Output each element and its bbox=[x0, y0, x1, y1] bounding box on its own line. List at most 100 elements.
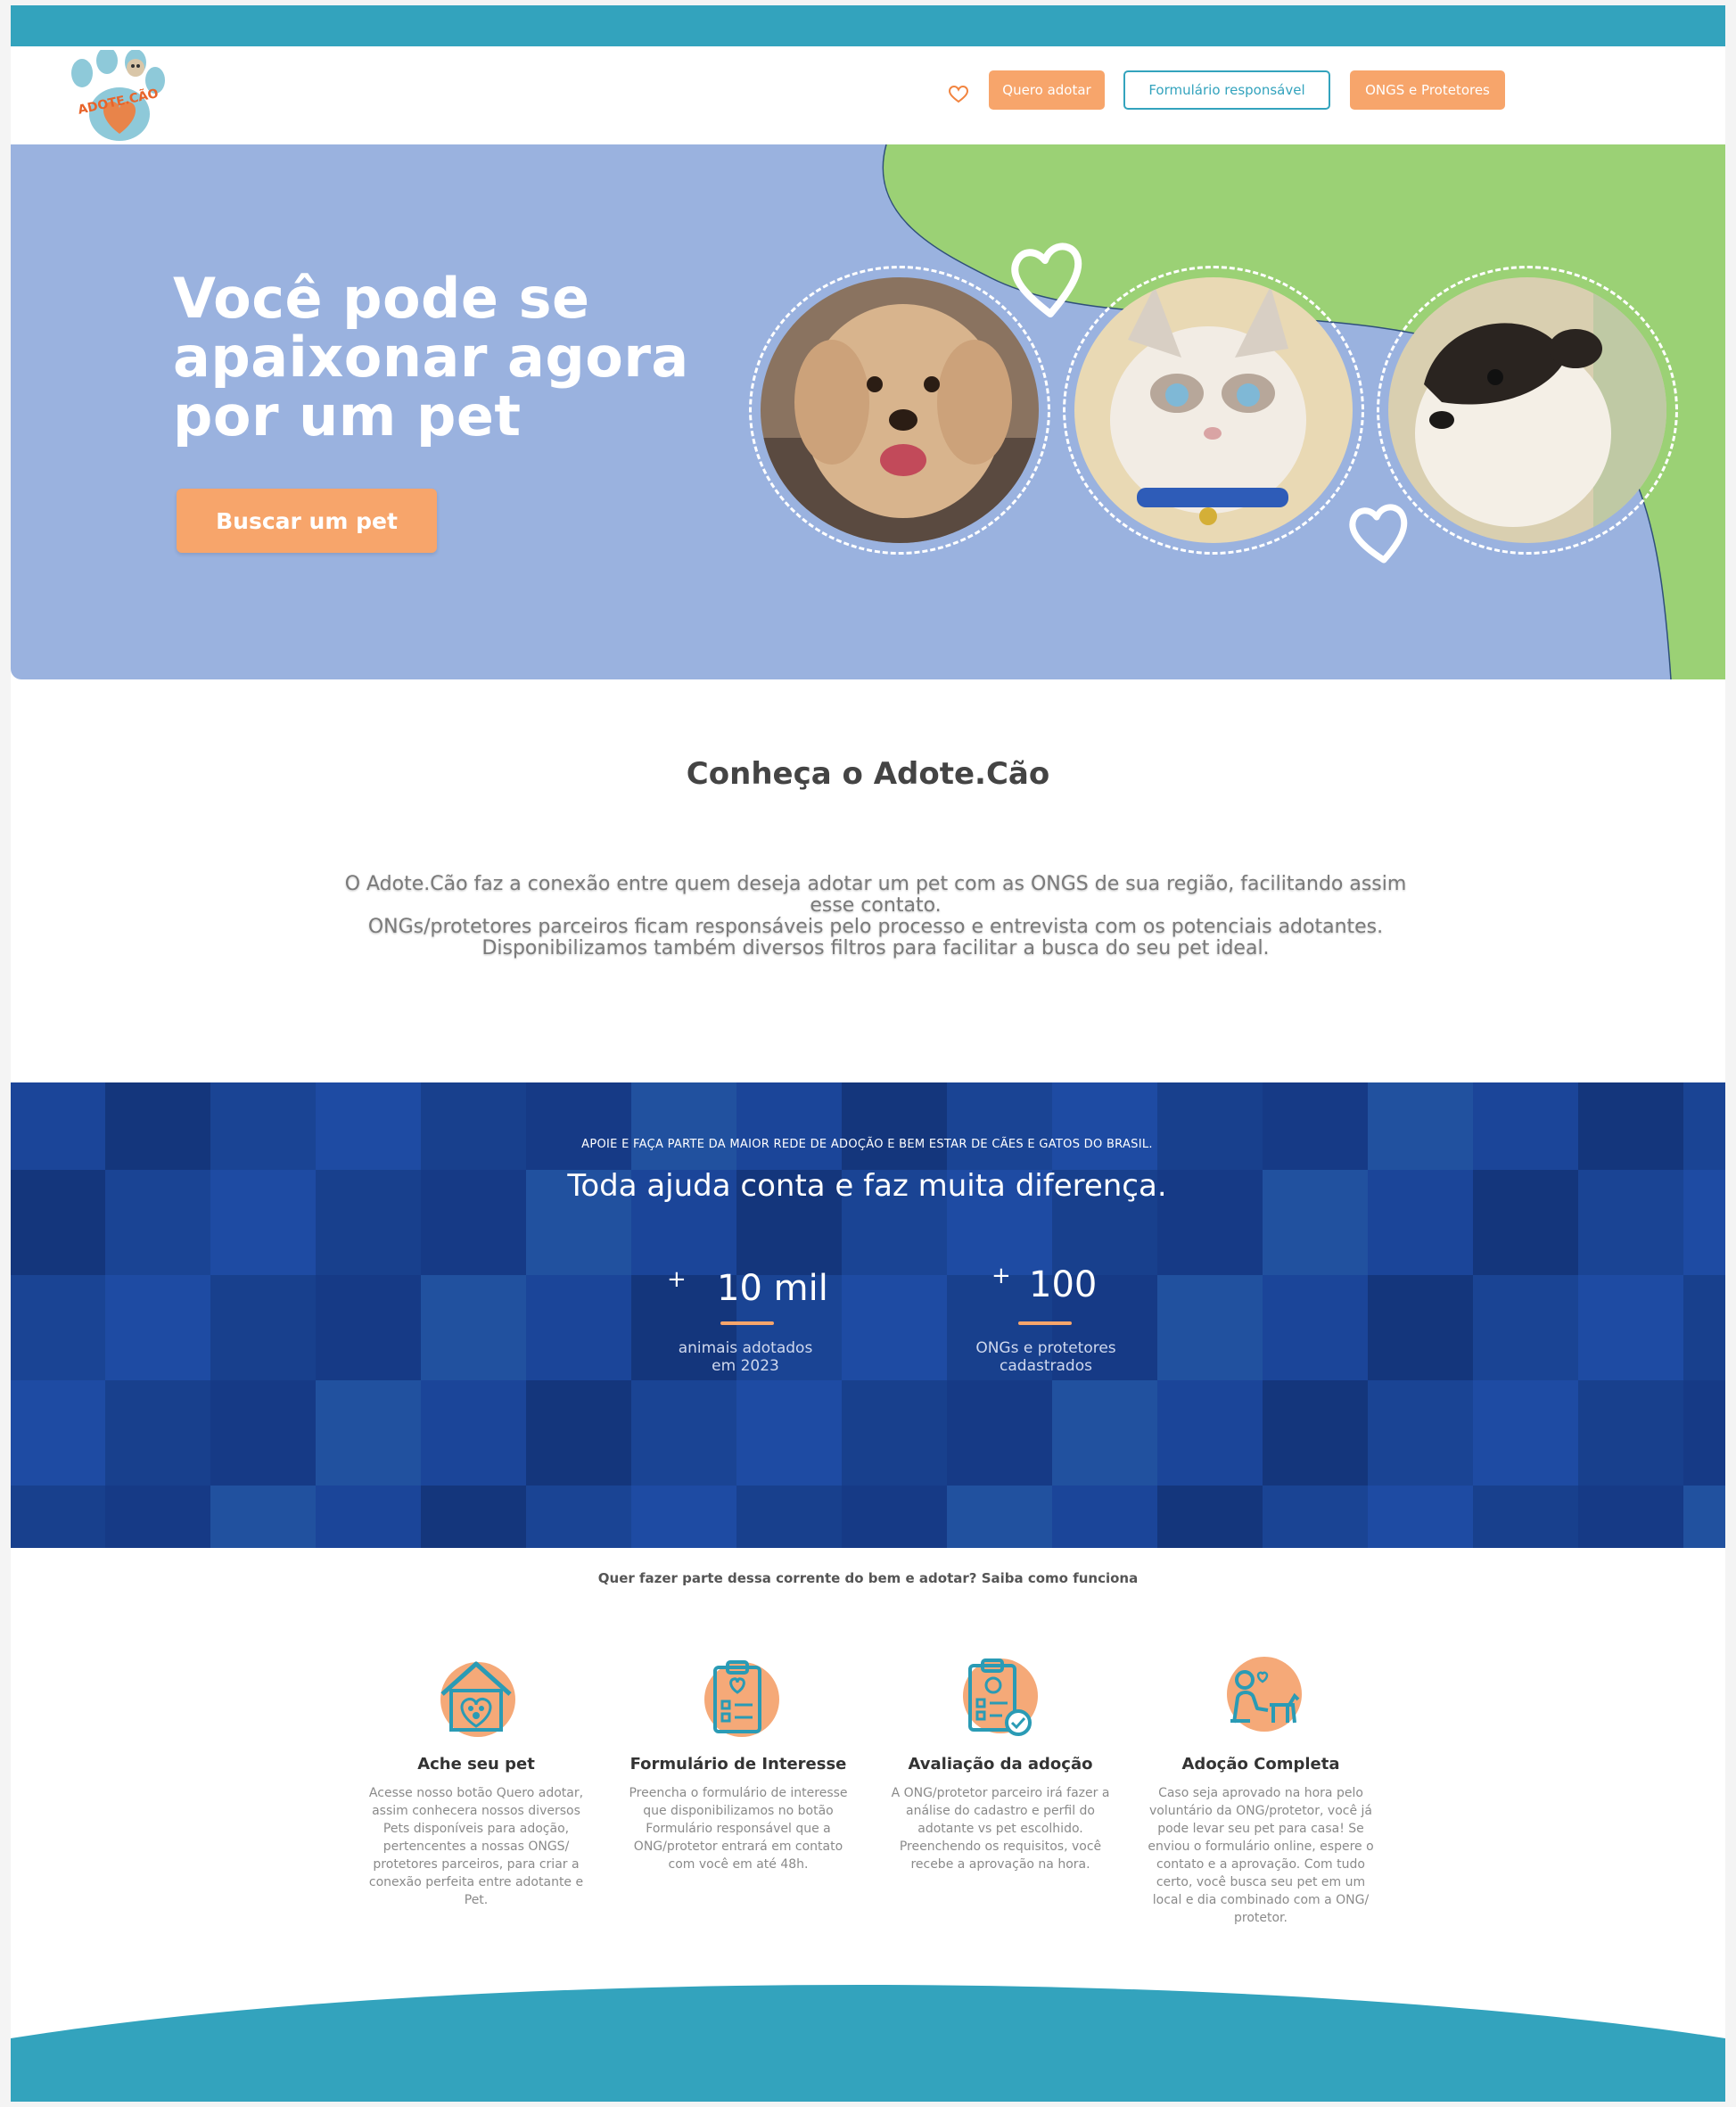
collage-tile bbox=[736, 1082, 842, 1170]
formulario-responsavel-button[interactable]: Formulário responsável bbox=[1123, 70, 1330, 110]
collage-tile bbox=[1263, 1082, 1368, 1170]
site-header: ADOTE.CÃO Quero adotar Formulário respon… bbox=[11, 46, 1725, 144]
collage-tile bbox=[1052, 1082, 1157, 1170]
collage-tile bbox=[1683, 1082, 1725, 1170]
step-title: Ache seu pet bbox=[417, 1755, 535, 1774]
collage-tile bbox=[1157, 1275, 1263, 1380]
pet-photo-kitten bbox=[1063, 266, 1364, 555]
collage-tile bbox=[526, 1380, 631, 1486]
collage-tile bbox=[1052, 1380, 1157, 1486]
collage-tile bbox=[1473, 1486, 1578, 1548]
stats-kicker: APOIE E FAÇA PARTE DA MAIOR REDE DE ADOÇ… bbox=[581, 1138, 1153, 1151]
collage-tile bbox=[1473, 1082, 1578, 1170]
collage-tile bbox=[210, 1082, 316, 1170]
house-paw-icon bbox=[440, 1661, 515, 1737]
collage-tile bbox=[1263, 1275, 1368, 1380]
collage-tile bbox=[631, 1380, 736, 1486]
collage-tile bbox=[1263, 1380, 1368, 1486]
stat-underline bbox=[720, 1321, 774, 1325]
collage-tile bbox=[1368, 1380, 1473, 1486]
collage-tile bbox=[1368, 1486, 1473, 1548]
step-title: Adoção Completa bbox=[1181, 1755, 1340, 1774]
site-logo[interactable]: ADOTE.CÃO bbox=[68, 47, 175, 148]
pet-photo-puppy bbox=[1377, 266, 1678, 555]
collage-tile bbox=[105, 1486, 210, 1548]
collage-tile bbox=[421, 1486, 526, 1548]
step-text: Acesse nosso botão Quero adotar, assim c… bbox=[368, 1786, 584, 1907]
step-text: Preencha o formulário de interesse que d… bbox=[629, 1786, 848, 1872]
intro-line: O Adote.Cão faz a conexão entre quem des… bbox=[344, 873, 1407, 917]
stat-underline bbox=[1018, 1321, 1072, 1325]
collage-tile bbox=[947, 1486, 1052, 1548]
clipboard-heart-icon bbox=[704, 1660, 779, 1737]
collage-tile bbox=[11, 1082, 105, 1170]
collage-tile bbox=[210, 1275, 316, 1380]
step-formulario-interesse: Formulário de Interesse Preencha o formu… bbox=[622, 1655, 854, 1873]
collage-tile bbox=[1368, 1082, 1473, 1170]
collage-tile bbox=[1157, 1486, 1263, 1548]
collage-tile bbox=[1473, 1275, 1578, 1380]
stats-section: APOIE E FAÇA PARTE DA MAIOR REDE DE ADOÇ… bbox=[11, 1082, 1725, 1548]
quero-adotar-button[interactable]: Quero adotar bbox=[989, 70, 1105, 110]
step-avaliacao-adocao: Avaliação da adoção A ONG/protetor parce… bbox=[884, 1655, 1116, 1873]
collage-tile bbox=[526, 1275, 631, 1380]
collage-tile bbox=[1473, 1380, 1578, 1486]
collage-tile bbox=[316, 1275, 421, 1380]
top-strip bbox=[11, 5, 1725, 46]
collage-tile bbox=[1157, 1380, 1263, 1486]
collage-tile bbox=[210, 1486, 316, 1548]
collage-tile bbox=[421, 1082, 526, 1170]
step-ache-seu-pet: Ache seu pet Acesse nosso botão Quero ad… bbox=[360, 1655, 592, 1909]
step-adocao-completa: Adoção Completa Caso seja aprovado na ho… bbox=[1145, 1655, 1377, 1927]
collage-tile bbox=[736, 1380, 842, 1486]
page: ADOTE.CÃO Quero adotar Formulário respon… bbox=[11, 5, 1725, 2102]
step-title: Formulário de Interesse bbox=[629, 1755, 847, 1774]
collage-tile bbox=[842, 1275, 947, 1380]
collage-tile bbox=[316, 1486, 421, 1548]
footer-wave bbox=[11, 1985, 1725, 2102]
stat-label: ONGs e protetores cadastrados bbox=[975, 1339, 1116, 1375]
pet-photo-poodle bbox=[749, 266, 1050, 555]
collage-tile bbox=[1683, 1275, 1725, 1380]
stat-value: 10 mil bbox=[717, 1268, 828, 1309]
hero-section: Você pode se apaixonar agora por um pet … bbox=[11, 144, 1725, 679]
buscar-pet-button[interactable]: Buscar um pet bbox=[177, 489, 437, 553]
stat-value: 100 bbox=[1029, 1264, 1098, 1305]
collage-tile bbox=[1578, 1486, 1683, 1548]
step-title: Avaliação da adoção bbox=[908, 1755, 1093, 1774]
heart-icon[interactable] bbox=[948, 85, 969, 103]
ongs-protetores-button[interactable]: ONGS e Protetores bbox=[1350, 70, 1505, 110]
collage-tile bbox=[947, 1082, 1052, 1170]
collage-tile bbox=[316, 1082, 421, 1170]
plus-icon: + bbox=[667, 1266, 687, 1293]
collage-tile bbox=[105, 1380, 210, 1486]
collage-tile bbox=[736, 1486, 842, 1548]
collage-tile bbox=[1157, 1082, 1263, 1170]
collage-tile bbox=[1683, 1486, 1725, 1548]
collage-tile bbox=[1578, 1275, 1683, 1380]
collage-tile bbox=[1263, 1486, 1368, 1548]
collage-tile bbox=[105, 1082, 210, 1170]
stat-label: animais adotados em 2023 bbox=[678, 1339, 813, 1375]
intro-line: Disponibilizamos também diversos filtros… bbox=[481, 937, 1270, 959]
collage-tile bbox=[1578, 1380, 1683, 1486]
plus-icon: + bbox=[991, 1263, 1011, 1289]
how-it-works-kicker: Quer fazer parte dessa corrente do bem e… bbox=[597, 1570, 1139, 1586]
clipboard-check-icon bbox=[963, 1658, 1038, 1736]
heart-outline-icon bbox=[1349, 504, 1408, 564]
intro-title: Conheça o Adote.Cão bbox=[686, 756, 1050, 792]
collage-tile bbox=[11, 1486, 105, 1548]
hero-title: Você pode se apaixonar agora por um pet bbox=[173, 266, 689, 449]
collage-tile bbox=[1683, 1380, 1725, 1486]
collage-tile bbox=[842, 1380, 947, 1486]
collage-tile bbox=[631, 1082, 736, 1170]
person-dog-icon bbox=[1227, 1657, 1302, 1732]
collage-tile bbox=[421, 1275, 526, 1380]
step-text: Caso seja aprovado na hora pelo voluntár… bbox=[1148, 1786, 1374, 1925]
collage-tile bbox=[947, 1380, 1052, 1486]
collage-tile bbox=[421, 1380, 526, 1486]
stats-title: Toda ajuda conta e faz muita diferença. bbox=[567, 1168, 1167, 1204]
collage-tile bbox=[11, 1380, 105, 1486]
step-text: A ONG/protetor parceiro irá fazer a anál… bbox=[891, 1786, 1110, 1872]
collage-tile bbox=[842, 1082, 947, 1170]
